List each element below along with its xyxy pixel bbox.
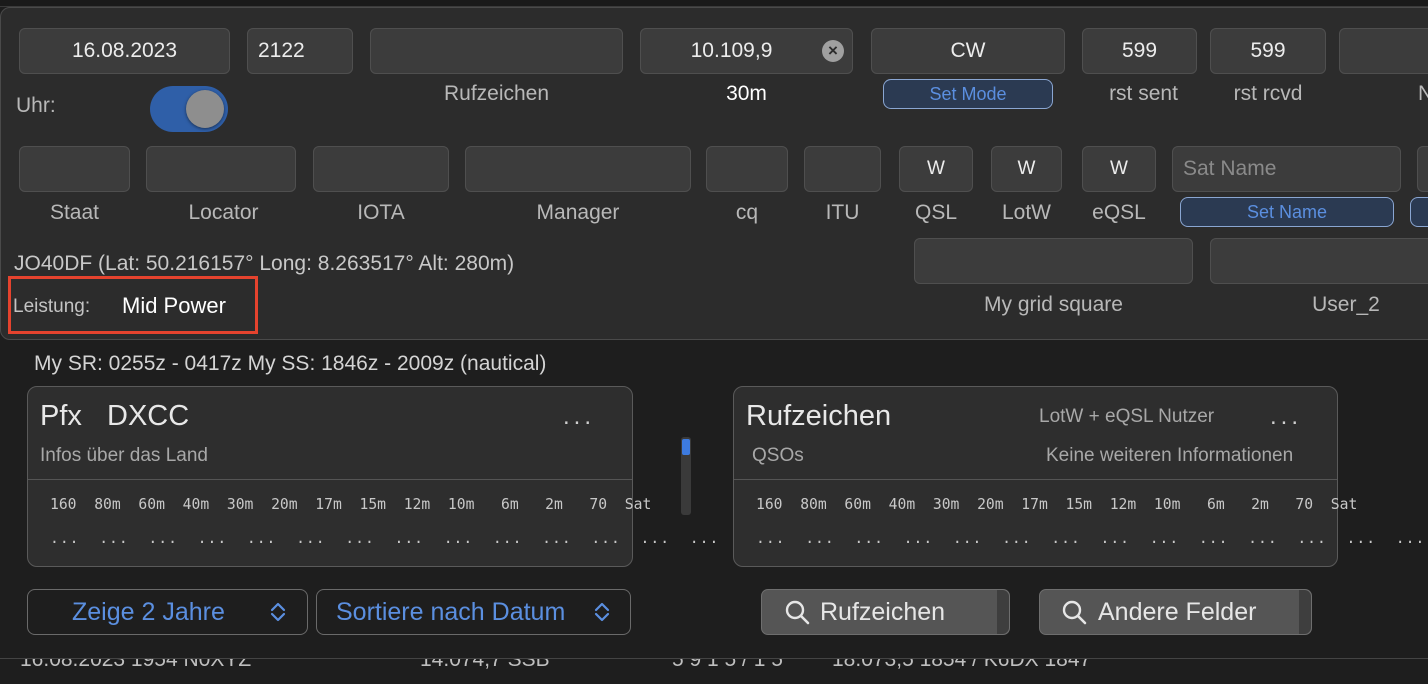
- search-icon: [785, 600, 811, 631]
- chevron-updown-icon: [593, 601, 611, 628]
- iota-field[interactable]: [313, 146, 449, 192]
- set-mode-button[interactable]: Set Mode: [883, 79, 1053, 109]
- time-field[interactable]: 2122: [247, 28, 353, 74]
- power-value[interactable]: Mid Power: [122, 293, 226, 319]
- log-cell: 16.08.2023 1954 N0XYZ: [20, 658, 252, 671]
- state-field[interactable]: [19, 146, 130, 192]
- callsign-label: Rufzeichen: [443, 82, 550, 105]
- my-grid-square-field[interactable]: [914, 238, 1193, 284]
- clear-frequency-icon[interactable]: ×: [822, 40, 844, 62]
- rst-sent-label: rst sent: [1109, 82, 1178, 105]
- cut-label: N: [1418, 82, 1428, 105]
- eqsl-label: eQSL: [1092, 201, 1146, 224]
- toggle-knob: [186, 90, 224, 128]
- locator-field[interactable]: [146, 146, 296, 192]
- itu-field[interactable]: [804, 146, 881, 192]
- search-callsign-label: Rufzeichen: [820, 597, 946, 626]
- callsign-band-labels: 160 80m 60m 40m 30m 20m 17m 15m 12m 10m …: [756, 496, 1358, 513]
- search-icon: [1062, 600, 1088, 631]
- time-value: 2122: [258, 39, 305, 62]
- manager-label: Manager: [536, 201, 620, 224]
- callsign-band-status: ... ... ... ... ... ... ... ... ... ... …: [756, 530, 1426, 547]
- user2-field[interactable]: [1210, 238, 1428, 284]
- set-name-button[interactable]: Set Name: [1180, 197, 1394, 227]
- sat-name-placeholder: Sat Name: [1183, 157, 1277, 180]
- my-grid-square-label: My grid square: [984, 293, 1123, 316]
- dxcc-band-status: ... ... ... ... ... ... ... ... ... ... …: [50, 530, 720, 547]
- eqsl-value: W: [1110, 158, 1128, 179]
- lotw-field[interactable]: W: [991, 146, 1062, 192]
- button-edge: [1299, 590, 1311, 634]
- cq-label: cq: [735, 201, 759, 224]
- rst-sent-value: 599: [1121, 39, 1158, 62]
- sat-name-input[interactable]: Sat Name: [1172, 146, 1401, 192]
- state-label: Staat: [49, 201, 100, 224]
- eqsl-field[interactable]: W: [1082, 146, 1156, 192]
- date-value: 16.08.2023: [71, 39, 178, 62]
- log-cell: 5 9 1 5 / 1 5: [672, 658, 783, 671]
- card-divider: [734, 479, 1337, 480]
- user2-label: User_2: [1312, 293, 1380, 316]
- iota-label: IOTA: [357, 201, 405, 224]
- callsign-input[interactable]: [370, 28, 623, 74]
- sort-select[interactable]: Sortiere nach Datum: [316, 589, 631, 635]
- search-other-label: Andere Felder: [1098, 597, 1257, 626]
- qsl-field[interactable]: W: [899, 146, 973, 192]
- qsl-value: W: [927, 158, 945, 179]
- scrollbar-thumb[interactable]: [682, 439, 690, 455]
- qsl-label: QSL: [914, 201, 958, 224]
- locator-label: Locator: [188, 201, 259, 224]
- lotw-value: W: [1017, 158, 1036, 179]
- dxcc-band-labels: 160 80m 60m 40m 30m 20m 17m 15m 12m 10m …: [50, 496, 652, 513]
- chevron-updown-icon: [269, 601, 287, 628]
- dxcc-title: DXCC: [107, 400, 190, 432]
- log-cell: 18.073,5 1854 / K6DX 1847: [832, 658, 1092, 671]
- rst-sent-field[interactable]: 599: [1082, 28, 1197, 74]
- lotw-eqsl-badge: LotW + eQSL Nutzer: [1039, 406, 1215, 427]
- lotw-label: LotW: [1001, 201, 1051, 224]
- rst-rcvd-value: 599: [1250, 39, 1286, 62]
- sort-value: Sortiere nach Datum: [336, 597, 566, 626]
- card-divider: [28, 479, 632, 480]
- callsign-info: Keine weiteren Informationen: [1046, 445, 1294, 466]
- rst-rcvd-label: rst rcvd: [1233, 82, 1303, 105]
- dxcc-more-button[interactable]: ...: [563, 403, 595, 431]
- extra-button[interactable]: [1410, 197, 1428, 227]
- location-info: JO40DF (Lat: 50.216157° Long: 8.263517° …: [14, 252, 515, 275]
- manager-field[interactable]: [465, 146, 691, 192]
- itu-label: ITU: [825, 201, 860, 224]
- extra-field[interactable]: [1417, 146, 1428, 192]
- dxcc-subtitle: Infos über das Land: [40, 445, 208, 466]
- clock-label: Uhr:: [16, 94, 56, 117]
- log-cell: 14.074,7 SSB: [420, 658, 550, 671]
- cq-field[interactable]: [706, 146, 788, 192]
- vertical-scrollbar[interactable]: [681, 437, 691, 515]
- dxcc-prefix: Pfx: [40, 400, 82, 432]
- clock-toggle[interactable]: [150, 86, 228, 132]
- qsos-label: QSOs: [752, 445, 804, 466]
- show-years-value: Zeige 2 Jahre: [72, 597, 225, 626]
- mode-field[interactable]: CW: [871, 28, 1065, 74]
- window-top-edge: [0, 0, 1428, 7]
- frequency-value: 10.109,9: [690, 39, 773, 62]
- show-years-select[interactable]: Zeige 2 Jahre: [27, 589, 308, 635]
- sun-times: My SR: 0255z - 0417z My SS: 1846z - 2009…: [34, 352, 547, 375]
- callsign-more-button[interactable]: ...: [1270, 403, 1302, 431]
- callsign-card-title: Rufzeichen: [746, 400, 892, 432]
- band-label: 30m: [726, 82, 767, 105]
- button-edge: [997, 590, 1009, 634]
- date-field[interactable]: 16.08.2023: [19, 28, 230, 74]
- cut-field[interactable]: [1339, 28, 1428, 74]
- power-label: Leistung:: [13, 296, 91, 317]
- rst-rcvd-field[interactable]: 599: [1210, 28, 1326, 74]
- log-table-partial-row[interactable]: 16.08.2023 1954 N0XYZ 14.074,7 SSB 5 9 1…: [0, 658, 1428, 684]
- mode-value: CW: [950, 39, 986, 62]
